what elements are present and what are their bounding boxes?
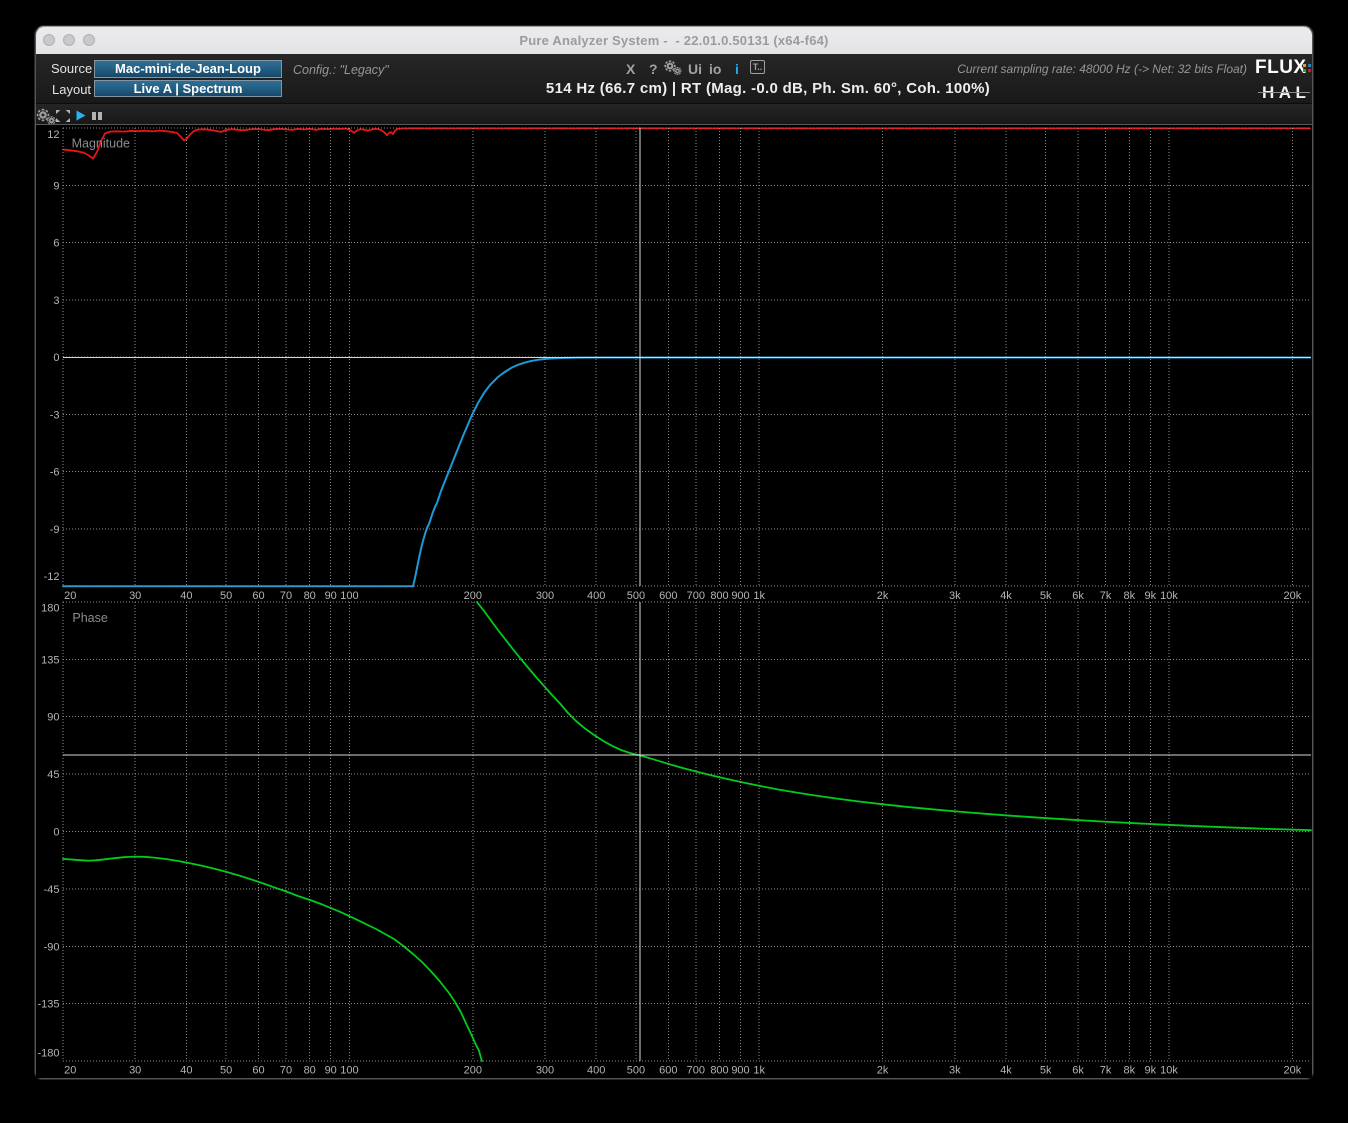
svg-text:2k: 2k [877, 590, 889, 602]
svg-text:90: 90 [325, 590, 337, 602]
svg-text:400: 400 [587, 1065, 605, 1077]
svg-text:7k: 7k [1100, 1065, 1112, 1077]
svg-text:3: 3 [53, 295, 59, 307]
svg-text:135: 135 [41, 654, 59, 666]
svg-text:20k: 20k [1284, 590, 1302, 602]
svg-text:6k: 6k [1072, 1065, 1084, 1077]
svg-text:600: 600 [659, 1065, 677, 1077]
svg-text:600: 600 [659, 590, 677, 602]
svg-text:4k: 4k [1000, 1065, 1012, 1077]
svg-text:90: 90 [325, 1065, 337, 1077]
svg-text:80: 80 [304, 1065, 316, 1077]
svg-text:5k: 5k [1040, 1065, 1052, 1077]
svg-text:700: 700 [687, 1065, 705, 1077]
svg-text:9k: 9k [1144, 590, 1156, 602]
svg-text:700: 700 [687, 590, 705, 602]
svg-text:900: 900 [731, 590, 749, 602]
svg-text:45: 45 [47, 769, 59, 781]
svg-text:50: 50 [220, 1065, 232, 1077]
svg-text:4k: 4k [1000, 590, 1012, 602]
svg-text:300: 300 [536, 1065, 554, 1077]
svg-text:-9: -9 [50, 524, 60, 536]
svg-text:800: 800 [710, 1065, 728, 1077]
svg-text:12: 12 [47, 129, 59, 141]
svg-text:8k: 8k [1123, 1065, 1135, 1077]
svg-text:30: 30 [129, 590, 141, 602]
svg-text:20k: 20k [1284, 1065, 1302, 1077]
svg-text:-180: -180 [37, 1048, 59, 1060]
svg-text:-90: -90 [44, 941, 60, 953]
svg-text:-6: -6 [50, 467, 60, 479]
svg-text:3k: 3k [949, 590, 961, 602]
svg-text:200: 200 [464, 1065, 482, 1077]
svg-text:2k: 2k [877, 1065, 889, 1077]
svg-text:10k: 10k [1160, 1065, 1178, 1077]
svg-text:30: 30 [129, 1065, 141, 1077]
svg-text:500: 500 [627, 1065, 645, 1077]
svg-text:400: 400 [587, 590, 605, 602]
svg-text:200: 200 [464, 590, 482, 602]
svg-text:800: 800 [710, 590, 728, 602]
svg-text:60: 60 [252, 590, 264, 602]
svg-text:-135: -135 [37, 999, 59, 1011]
svg-text:3k: 3k [949, 1065, 961, 1077]
svg-text:50: 50 [220, 590, 232, 602]
svg-text:20: 20 [64, 1065, 76, 1077]
svg-text:80: 80 [304, 590, 316, 602]
svg-text:8k: 8k [1123, 590, 1135, 602]
svg-text:5k: 5k [1040, 590, 1052, 602]
svg-text:-12: -12 [44, 571, 60, 583]
svg-text:10k: 10k [1160, 590, 1178, 602]
svg-text:6: 6 [53, 238, 59, 250]
svg-text:100: 100 [340, 590, 358, 602]
svg-text:1k: 1k [753, 590, 765, 602]
svg-text:Phase: Phase [72, 611, 107, 625]
svg-text:9k: 9k [1144, 1065, 1156, 1077]
svg-text:180: 180 [41, 603, 59, 615]
svg-text:70: 70 [280, 590, 292, 602]
svg-text:90: 90 [47, 712, 59, 724]
svg-text:-45: -45 [44, 884, 60, 896]
svg-text:0: 0 [53, 352, 59, 364]
svg-text:300: 300 [536, 590, 554, 602]
svg-text:100: 100 [340, 1065, 358, 1077]
svg-text:6k: 6k [1072, 590, 1084, 602]
svg-text:900: 900 [731, 1065, 749, 1077]
svg-text:500: 500 [627, 590, 645, 602]
svg-text:7k: 7k [1100, 590, 1112, 602]
svg-text:40: 40 [180, 1065, 192, 1077]
svg-text:9: 9 [53, 180, 59, 192]
svg-text:70: 70 [280, 1065, 292, 1077]
svg-text:40: 40 [180, 590, 192, 602]
svg-text:Magnitude: Magnitude [72, 136, 130, 150]
svg-text:20: 20 [64, 590, 76, 602]
svg-text:60: 60 [252, 1065, 264, 1077]
svg-text:1k: 1k [753, 1065, 765, 1077]
svg-text:0: 0 [53, 827, 59, 839]
svg-text:-3: -3 [50, 409, 60, 421]
